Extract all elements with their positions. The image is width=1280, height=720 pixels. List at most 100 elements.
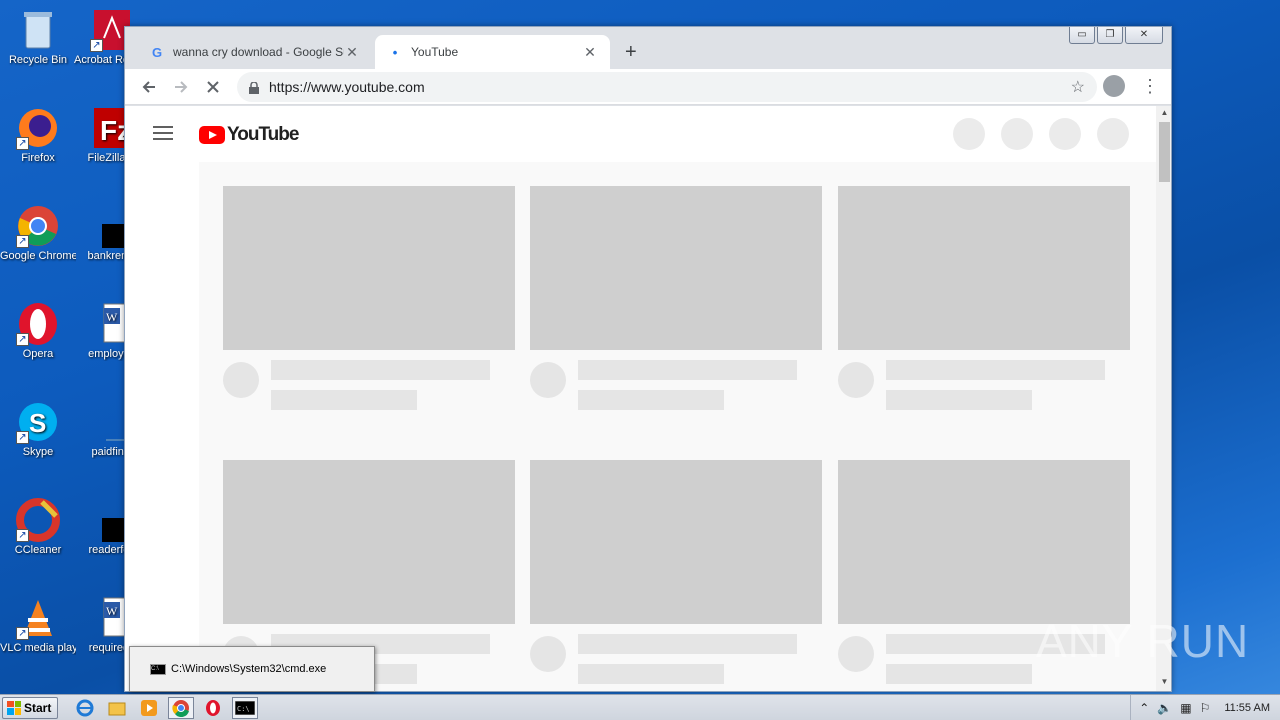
lock-icon	[249, 81, 259, 94]
channel-avatar-placeholder	[838, 636, 874, 672]
address-url: https://www.youtube.com	[269, 79, 425, 95]
video-card-placeholder[interactable]	[530, 186, 822, 410]
desktop-icon-recycle-bin[interactable]: Recycle Bin	[0, 8, 76, 67]
shortcut-arrow-icon: ↗	[16, 431, 29, 444]
desktop-icon-vlc[interactable]: ↗ VLC media player	[0, 596, 76, 655]
start-button[interactable]: Start	[2, 696, 59, 719]
taskbar-media-player-icon[interactable]	[136, 697, 162, 719]
scroll-down-icon[interactable]: ▼	[1156, 677, 1171, 691]
start-label: Start	[24, 700, 52, 715]
volume-icon[interactable]: 🔈	[1157, 701, 1172, 715]
title-placeholder	[578, 634, 797, 654]
meta-placeholder	[886, 390, 1032, 410]
desktop-icon-label: Firefox	[21, 152, 55, 164]
video-card-placeholder[interactable]	[223, 460, 515, 684]
thumbnail-placeholder	[838, 460, 1130, 624]
popup-label: C:\Windows\System32\cmd.exe	[171, 663, 327, 675]
network-icon[interactable]: ▦	[1180, 701, 1191, 715]
tab-title: wanna cry download - Google Suche	[173, 45, 344, 59]
tab-youtube[interactable]: • YouTube ✕	[375, 35, 610, 69]
browser-menu-icon[interactable]: ⋮	[1141, 75, 1159, 97]
channel-avatar-placeholder	[530, 636, 566, 672]
tab-title: YouTube	[411, 45, 459, 59]
thumbnail-placeholder	[223, 460, 515, 624]
svg-text:C:\: C:\	[237, 705, 250, 713]
browser-window: ▭ ❐ ✕ G wanna cry download - Google Such…	[124, 26, 1172, 692]
shortcut-arrow-icon: ↗	[16, 529, 29, 542]
desktop-icon-firefox[interactable]: ↗ Firefox	[0, 106, 76, 165]
scroll-up-icon[interactable]: ▲	[1156, 108, 1171, 122]
taskbar: Start C:\ ⌃ 🔈 ▦ ⚐ 11:55 AM	[0, 694, 1280, 720]
meta-placeholder	[886, 664, 1032, 684]
taskbar-explorer-icon[interactable]	[104, 697, 130, 719]
channel-avatar-placeholder	[223, 362, 259, 398]
desktop-icon-label: CCleaner	[14, 544, 62, 556]
bookmark-star-icon[interactable]: ☆	[1071, 77, 1085, 97]
taskbar-preview-popup[interactable]: C:\ C:\Windows\System32\cmd.exe	[129, 646, 375, 692]
masthead-placeholder-button[interactable]	[1097, 118, 1129, 150]
channel-avatar-placeholder	[530, 362, 566, 398]
taskbar-chrome-icon[interactable]	[168, 696, 195, 719]
youtube-masthead: YouTube	[125, 106, 1156, 162]
address-bar[interactable]: https://www.youtube.com ☆	[237, 72, 1097, 102]
meta-placeholder	[271, 390, 417, 410]
browser-toolbar: https://www.youtube.com ☆ ⋮	[125, 69, 1171, 105]
video-card-placeholder[interactable]	[530, 460, 822, 684]
taskbar-ie-icon[interactable]	[72, 697, 98, 719]
desktop-icon-chrome[interactable]: ↗ Google Chrome	[0, 204, 76, 263]
desktop-icon-label: Skype	[22, 446, 54, 458]
title-placeholder	[271, 360, 490, 380]
meta-placeholder	[578, 664, 724, 684]
windows-logo-icon	[7, 700, 21, 715]
taskbar-cmd-icon[interactable]: C:\	[232, 696, 259, 719]
scrollbar-thumb[interactable]	[1159, 122, 1170, 182]
ccleaner-icon: ↗	[16, 498, 60, 542]
tab-close-icon[interactable]: ✕	[344, 44, 360, 61]
youtube-logo[interactable]: YouTube	[199, 124, 299, 146]
new-tab-button[interactable]: +	[625, 41, 637, 64]
masthead-placeholder-button[interactable]	[953, 118, 985, 150]
desktop-icon-ccleaner[interactable]: ↗ CCleaner	[0, 498, 76, 557]
desktop-icon-skype[interactable]: S ↗ Skype	[0, 400, 76, 459]
forward-button[interactable]	[165, 71, 197, 103]
meta-placeholder	[578, 390, 724, 410]
recycle-bin-icon	[16, 8, 60, 52]
page-content: YouTube	[125, 106, 1156, 691]
shortcut-arrow-icon: ↗	[16, 627, 29, 640]
svg-text:W: W	[106, 604, 118, 618]
video-card-placeholder[interactable]	[838, 186, 1130, 410]
masthead-placeholder-button[interactable]	[1049, 118, 1081, 150]
stop-loading-button[interactable]	[197, 71, 229, 103]
close-icon	[207, 80, 219, 93]
hamburger-menu-icon[interactable]	[153, 126, 173, 142]
back-button[interactable]	[133, 71, 165, 103]
loading-favicon-icon: •	[392, 44, 398, 60]
chrome-icon: ↗	[16, 204, 60, 248]
thumbnail-placeholder	[530, 460, 822, 624]
shortcut-arrow-icon: ↗	[16, 235, 29, 248]
shortcut-arrow-icon: ↗	[16, 137, 29, 150]
youtube-play-icon	[199, 126, 225, 144]
taskbar-opera-icon[interactable]	[200, 697, 226, 719]
thumbnail-placeholder	[223, 186, 515, 350]
tab-google-search[interactable]: G wanna cry download - Google Suche ✕	[137, 35, 372, 69]
desktop-icon-label: Google Chrome	[0, 250, 76, 262]
desktop-icon-label: Opera	[22, 348, 54, 360]
opera-icon: ↗	[16, 302, 60, 346]
youtube-logo-text: YouTube	[227, 124, 299, 145]
tab-close-icon[interactable]: ✕	[582, 44, 598, 61]
svg-text:W: W	[106, 310, 118, 324]
title-placeholder	[578, 360, 797, 380]
profile-avatar-icon[interactable]	[1103, 75, 1125, 97]
thumbnail-placeholder	[838, 186, 1130, 350]
masthead-placeholder-button[interactable]	[1001, 118, 1033, 150]
video-card-placeholder[interactable]	[838, 460, 1130, 684]
clock[interactable]: 11:55 AM	[1224, 702, 1270, 714]
desktop-icon-opera[interactable]: ↗ Opera	[0, 302, 76, 361]
action-center-flag-icon[interactable]: ⚐	[1200, 701, 1211, 715]
vertical-scrollbar[interactable]: ▲ ▼	[1156, 106, 1171, 691]
vlc-icon: ↗	[16, 596, 60, 640]
desktop-icon-label: VLC media player	[0, 642, 76, 654]
tray-expand-icon[interactable]: ⌃	[1139, 701, 1149, 715]
video-card-placeholder[interactable]	[223, 186, 515, 410]
